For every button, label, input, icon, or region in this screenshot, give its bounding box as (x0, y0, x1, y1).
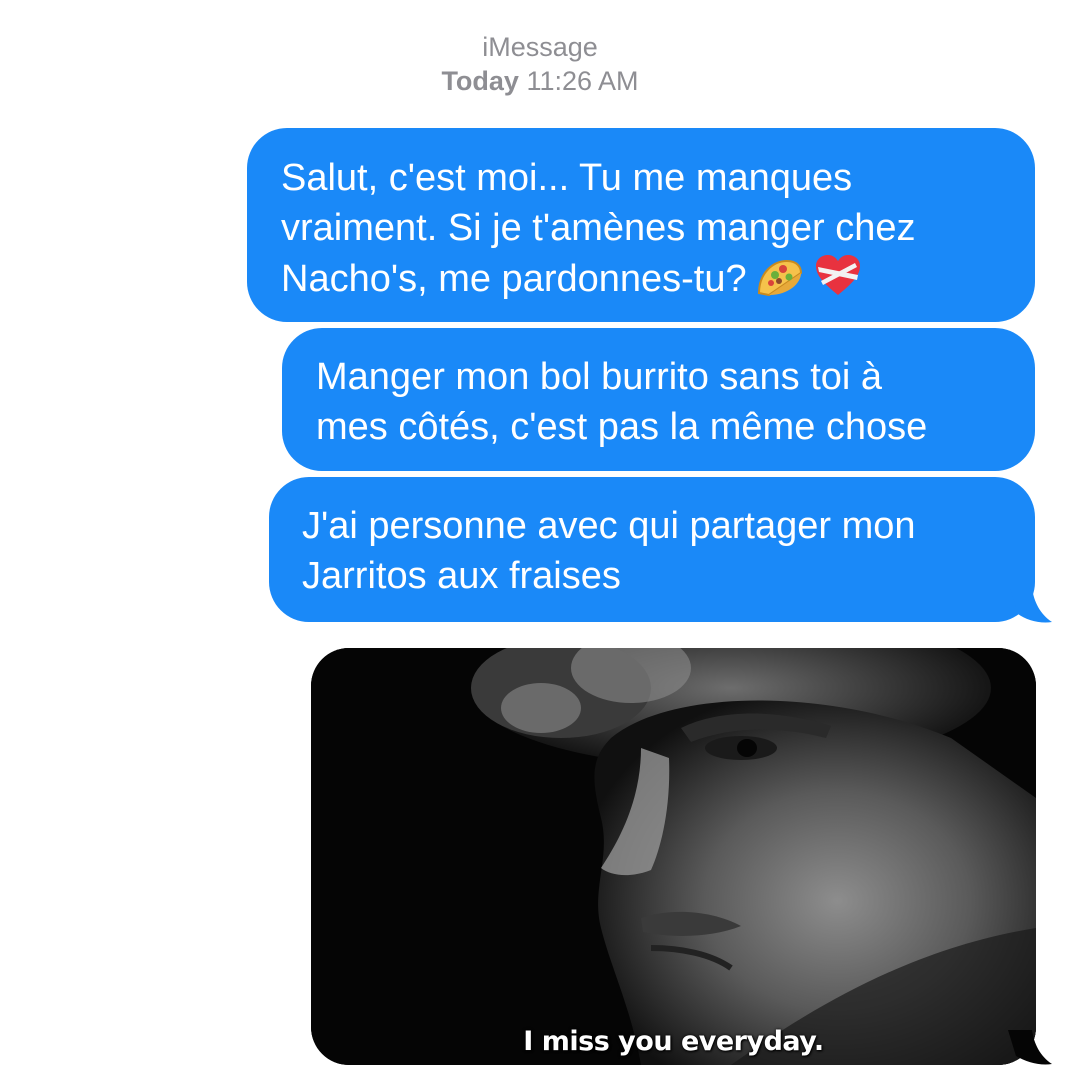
photo-message[interactable]: I miss you everyday. (311, 648, 1036, 1065)
timestamp: Today 11:26 AM (0, 64, 1080, 98)
heart-with-ribbon-icon (813, 253, 863, 310)
message-bubble[interactable]: Manger mon bol burrito sans toi à mes cô… (282, 328, 1035, 471)
photo-caption: I miss you everyday. (523, 1026, 824, 1057)
sad-man-photo-icon (311, 648, 1036, 1065)
conversation-header: iMessage Today 11:26 AM (0, 30, 1080, 98)
timestamp-time: 11:26 AM (526, 66, 639, 96)
conversation-view: iMessage Today 11:26 AM Salut, c'est moi… (0, 0, 1080, 1080)
message-text: J'ai personne avec qui partager mon Jarr… (302, 505, 916, 597)
message-bubble[interactable]: J'ai personne avec qui partager mon Jarr… (269, 477, 1035, 622)
message-text: Manger mon bol burrito sans toi à mes cô… (316, 356, 928, 448)
message-bubble[interactable]: Salut, c'est moi... Tu me manques vraime… (247, 128, 1035, 322)
service-label: iMessage (482, 32, 598, 62)
taco-icon (755, 255, 805, 310)
timestamp-day: Today (441, 66, 519, 96)
